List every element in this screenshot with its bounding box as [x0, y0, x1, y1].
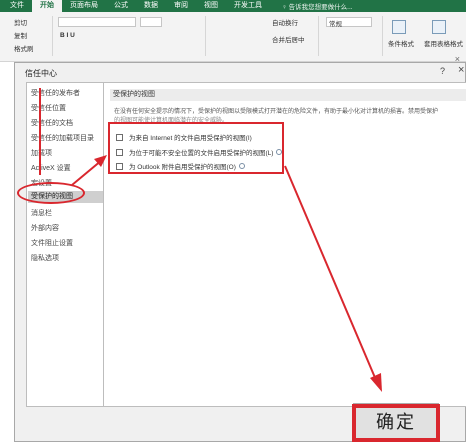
merge-center-button[interactable]: 合并后居中	[272, 34, 305, 44]
tab-developer[interactable]: 开发工具	[226, 0, 270, 12]
cut-button[interactable]: 剪切	[14, 17, 27, 27]
option-unsafe-locations[interactable]: 为位于可能不安全位置的文件启用受保护的视图(L)	[116, 147, 283, 157]
wrap-text-button[interactable]: 自动换行	[272, 17, 298, 27]
nav-macro-settings[interactable]: 宏设置	[31, 178, 52, 188]
tab-data[interactable]: 数据	[136, 0, 166, 12]
nav-privacy-options[interactable]: 隐私选项	[31, 253, 59, 263]
tab-review[interactable]: 审阅	[166, 0, 196, 12]
help-button[interactable]: ?	[440, 66, 445, 76]
conditional-format-label[interactable]: 条件格式	[388, 38, 414, 48]
checkbox[interactable]	[116, 162, 123, 170]
number-format-box[interactable]: 常规	[326, 17, 372, 28]
ok-button[interactable]: 确定	[353, 403, 439, 442]
option-outlook-attachments[interactable]: 为 Outlook 附件启用受保护的视图(O)	[116, 161, 245, 171]
font-size-box[interactable]	[140, 17, 162, 27]
nav-trusted-publishers[interactable]: 受信任的发布者	[31, 88, 80, 98]
protected-view-panel: 受保护的视图 在没有任何安全提示的情况下，受保护的视图以受限模式打开潜在的危险文…	[103, 82, 466, 407]
nav-activex-settings[interactable]: ActiveX 设置	[31, 163, 71, 173]
ribbon-separator	[52, 16, 53, 56]
tab-file[interactable]: 文件	[2, 0, 32, 12]
format-painter-button[interactable]: 格式刷	[14, 43, 34, 53]
trust-center-dialog: 信任中心 ? × 受信任的发布者 受信任位置 受信任的文档 受信任的加载项目录 …	[14, 62, 466, 442]
nav-external-content[interactable]: 外部内容	[31, 223, 59, 233]
copy-button[interactable]: 复制	[14, 30, 27, 40]
close-icon[interactable]: ×	[458, 64, 464, 76]
section-description: 在没有任何安全提示的情况下，受保护的视图以受限模式打开潜在的危险文件，有助于最小…	[114, 108, 466, 125]
checkbox[interactable]	[116, 133, 123, 141]
tab-formulas[interactable]: 公式	[106, 0, 136, 12]
description-line-2: 的视图可能使计算机面临潜在的安全威胁。	[114, 117, 229, 124]
tab-home[interactable]: 开始	[32, 0, 62, 12]
info-icon	[276, 149, 283, 155]
nav-trusted-addin-catalogs[interactable]: 受信任的加载项目录	[31, 133, 94, 143]
ribbon-separator	[205, 16, 206, 56]
ribbon-separator	[382, 16, 383, 56]
dialog-title: 信任中心	[25, 69, 57, 78]
table-format-label[interactable]: 套用表格格式	[424, 38, 463, 48]
bold-icon[interactable]: B I U	[60, 32, 75, 39]
number-format-value: 常规	[329, 21, 342, 28]
nav-file-block-settings[interactable]: 文件阻止设置	[31, 238, 73, 248]
option-label: 为位于可能不安全位置的文件启用受保护的视图(L)	[129, 150, 274, 157]
section-title: 受保护的视图	[110, 89, 466, 101]
nav-addins[interactable]: 加载项	[31, 148, 52, 158]
font-name-box[interactable]	[58, 17, 136, 27]
trust-center-nav: 受信任的发布者 受信任位置 受信任的文档 受信任的加载项目录 加载项 Activ…	[26, 82, 109, 407]
description-line-1: 在没有任何安全提示的情况下，受保护的视图以受限模式打开潜在的危险文件，有助于最小…	[114, 109, 439, 115]
info-icon	[238, 163, 245, 169]
nav-trusted-documents[interactable]: 受信任的文档	[31, 118, 73, 128]
conditional-format-icon[interactable]	[392, 20, 406, 34]
option-internet-files[interactable]: 为来自 Internet 的文件启用受保护的视图(I)	[116, 132, 252, 142]
ribbon-tab-bar: 文件 开始 页面布局 公式 数据 审阅 视图 开发工具 ♀ 告诉我您想要做什么.…	[0, 0, 466, 12]
ribbon-close-icon[interactable]: ×	[455, 54, 460, 64]
nav-trusted-locations[interactable]: 受信任位置	[31, 103, 66, 113]
option-label: 为来自 Internet 的文件启用受保护的视图(I)	[129, 135, 252, 142]
nav-message-bar[interactable]: 消息栏	[31, 208, 52, 218]
ribbon-separator	[318, 16, 319, 56]
checkbox[interactable]	[116, 148, 123, 156]
option-label: 为 Outlook 附件启用受保护的视图(O)	[129, 164, 236, 171]
tab-page-layout[interactable]: 页面布局	[62, 0, 106, 12]
nav-protected-view[interactable]: 受保护的视图	[28, 191, 107, 203]
tell-me-search[interactable]: ♀ 告诉我您想要做什么...	[282, 1, 353, 11]
ribbon-panel: 剪切 复制 格式刷 B I U 自动换行 合并后居中 常规 条件格式 套用表格格…	[0, 12, 466, 62]
tab-view[interactable]: 视图	[196, 0, 226, 12]
table-format-icon[interactable]	[432, 20, 446, 34]
